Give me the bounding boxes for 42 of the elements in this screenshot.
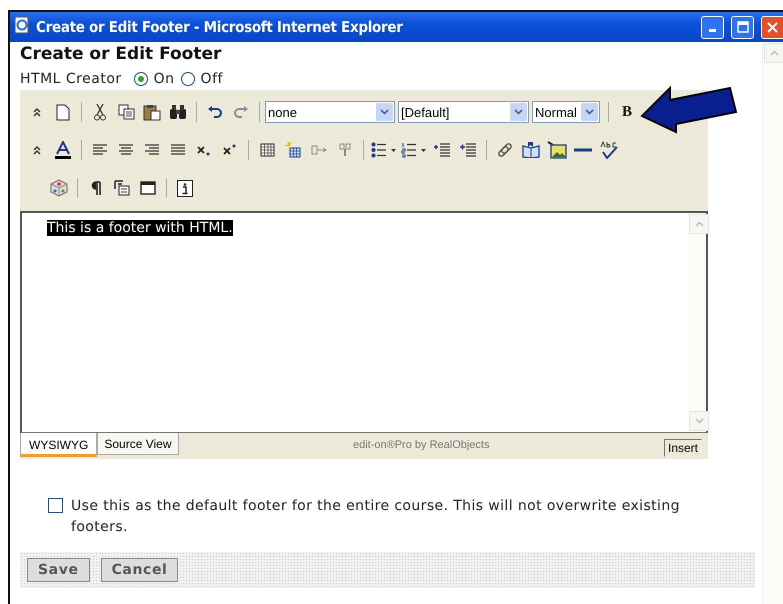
font-color-icon[interactable]: [52, 140, 74, 160]
bullet-list-icon[interactable]: [371, 140, 397, 160]
minimize-button[interactable]: [701, 16, 724, 38]
caret-down-icon: [694, 418, 704, 424]
close-button[interactable]: [761, 16, 783, 38]
window-title: Create or Edit Footer - Microsoft Internet Explorer: [36, 18, 404, 36]
radio-button[interactable]: [134, 72, 148, 86]
editor-tab[interactable]: Source View: [97, 433, 178, 455]
editor-text: This is a footer with HTML.: [47, 220, 233, 236]
page-heading: Create or Edit Footer: [20, 44, 222, 66]
caret-icon: [585, 109, 594, 115]
spellcheck-icon[interactable]: [598, 140, 620, 160]
image-icon[interactable]: [546, 140, 568, 160]
numbered-list-icon[interactable]: [401, 140, 427, 160]
cube-icon[interactable]: [48, 178, 70, 198]
caret-icon: [514, 109, 523, 115]
caret-icon: [380, 109, 389, 115]
paste-icon[interactable]: [141, 102, 163, 122]
info-icon[interactable]: [174, 178, 196, 198]
maximize-icon: [736, 21, 748, 33]
checkbox[interactable]: [48, 498, 63, 513]
caret-up-icon: [694, 221, 704, 227]
dropdown[interactable]: none: [265, 101, 395, 123]
radio-button[interactable]: [180, 72, 195, 86]
caret-up-icon: [770, 50, 778, 56]
form-button[interactable]: Save: [27, 558, 90, 582]
checkbox-label: Use this as the default footer for the entire course. This will not overwrite existing footers.: [71, 497, 681, 537]
dropdown[interactable]: [Default]: [398, 101, 529, 123]
radio-label: On: [154, 71, 175, 87]
credit-text: edit-on®Pro by RealObjects: [352, 438, 490, 451]
mode-indicator: Insert: [664, 439, 702, 457]
form-button[interactable]: Cancel: [100, 558, 178, 582]
bold-button[interactable]: B: [622, 104, 632, 120]
book-icon[interactable]: [520, 140, 542, 160]
radio-label: Off: [200, 71, 223, 87]
binoculars-icon[interactable]: [167, 102, 189, 122]
editor-tab[interactable]: WYSIWYG: [20, 433, 98, 457]
field-label: HTML Creator: [20, 71, 122, 87]
close-icon: [767, 22, 778, 32]
minimize-icon: [709, 28, 716, 32]
maximize-button[interactable]: [731, 16, 754, 38]
dropdown[interactable]: Normal: [532, 101, 600, 123]
